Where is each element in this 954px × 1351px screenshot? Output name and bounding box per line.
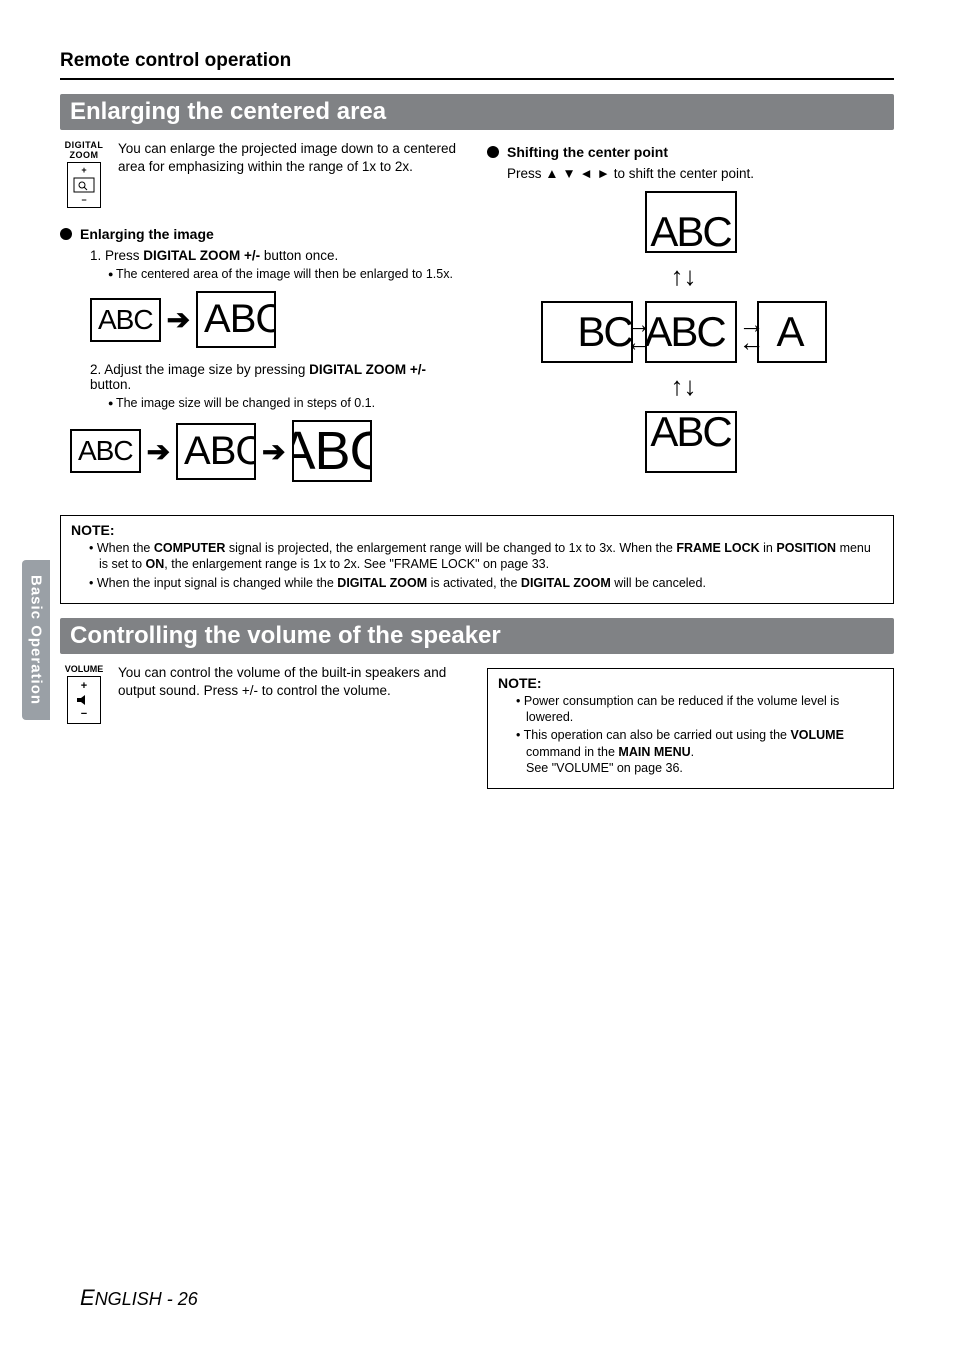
section1-intro: You can enlarge the projected image down… (118, 140, 467, 176)
shift-instruction: Press ▲ ▼ ◄ ► to shift the center point. (507, 166, 894, 181)
speaker-icon (75, 695, 93, 705)
section-heading-volume: Controlling the volume of the speaker (60, 618, 894, 654)
step1-prefix: 1. Press (90, 248, 143, 263)
shift-tile-bottom: ABC (645, 411, 737, 473)
shift-tile-right: A (757, 301, 827, 363)
shift-tile-left: BC (541, 301, 633, 363)
step2-suffix: button. (90, 377, 131, 392)
note-item: When the input signal is changed while t… (89, 575, 883, 591)
minus-icon: − (81, 708, 87, 720)
footer-sep: - (162, 1289, 178, 1309)
step2-sub: The image size will be changed in steps … (108, 396, 467, 410)
note-item: Power consumption can be reduced if the … (516, 693, 883, 726)
plus-icon: + (81, 680, 87, 692)
tile-abc-small2: ABC (70, 429, 141, 473)
section2-intro: You can control the volume of the built-… (118, 664, 467, 700)
arrow-keys-icon: ▲ ▼ ◄ ► (545, 166, 610, 181)
shift-tile-center: ABC (645, 301, 737, 363)
digital-zoom-button-graphic: DIGITAL ZOOM + − (60, 140, 108, 208)
tile-abc-small: ABC (90, 298, 161, 342)
remote-label: VOLUME (60, 664, 108, 674)
shift-suffix: to shift the center point. (610, 166, 754, 181)
step-2: 2. Adjust the image size by pressing DIG… (90, 362, 467, 392)
footer-lang-rest: NGLISH (95, 1289, 162, 1309)
note-box-volume: NOTE: Power consumption can be reduced i… (487, 668, 894, 789)
plus-icon: + (81, 165, 86, 175)
note-list: Power consumption can be reduced if the … (516, 693, 883, 776)
footer-lang-first: E (80, 1285, 95, 1310)
arrow-right-icon: ➔ (262, 435, 285, 468)
divider (60, 78, 894, 80)
diagram-step1: ABC ➔ ABC (90, 291, 467, 348)
page-footer: ENGLISH - 26 (80, 1285, 198, 1311)
subhead-text: Enlarging the image (80, 226, 214, 242)
step1-bold: DIGITAL ZOOM +/- (143, 248, 260, 263)
arrow-right-icon: ➔ (147, 435, 170, 468)
step1-suffix: button once. (260, 248, 338, 263)
step2-bold: DIGITAL ZOOM +/- (309, 362, 426, 377)
subhead-enlarging-image: Enlarging the image (60, 226, 467, 242)
arrow-up-down-icon: ↑↓ (671, 261, 697, 292)
tile-abc-large: ABC (292, 420, 372, 482)
step1-sub: The centered area of the image will then… (108, 267, 467, 281)
minus-icon: − (81, 195, 86, 205)
section-heading-enlarging: Enlarging the centered area (60, 94, 894, 130)
shift-diagram: ABC ↑↓ BC →← ABC →← A ↑↓ ABC (541, 191, 841, 511)
shift-tile-top: ABC (645, 191, 737, 253)
bullet-icon (60, 228, 72, 240)
note-item: This operation can also be carried out u… (516, 727, 883, 776)
note-box-zoom: NOTE: When the COMPUTER signal is projec… (60, 515, 894, 604)
note-list: When the COMPUTER signal is projected, t… (89, 540, 883, 591)
diagram-step2: ABC ➔ ABC ➔ ABC (70, 420, 467, 482)
tile-abc-med2: ABC (176, 423, 256, 480)
shift-prefix: Press (507, 166, 545, 181)
note-title: NOTE: (71, 522, 883, 538)
tile-abc-med: ABC (196, 291, 276, 348)
remote-label: DIGITAL ZOOM (60, 140, 108, 160)
subhead-text: Shifting the center point (507, 144, 668, 160)
arrow-right-icon: ➔ (167, 303, 190, 336)
bullet-icon (487, 146, 499, 158)
step-1: 1. Press DIGITAL ZOOM +/- button once. (90, 248, 467, 263)
note-title: NOTE: (498, 675, 883, 691)
step2-prefix: 2. Adjust the image size by pressing (90, 362, 309, 377)
volume-button-icon: + − (67, 676, 101, 724)
volume-button-graphic: VOLUME + − (60, 664, 108, 724)
footer-page: 26 (178, 1289, 198, 1309)
magnify-rect-icon (73, 177, 95, 193)
chapter-title: Remote control operation (60, 50, 894, 72)
arrow-up-down-icon: ↑↓ (671, 371, 697, 402)
zoom-button-icon: + − (67, 162, 101, 208)
note-item: When the COMPUTER signal is projected, t… (89, 540, 883, 573)
subhead-shifting: Shifting the center point (487, 144, 894, 160)
